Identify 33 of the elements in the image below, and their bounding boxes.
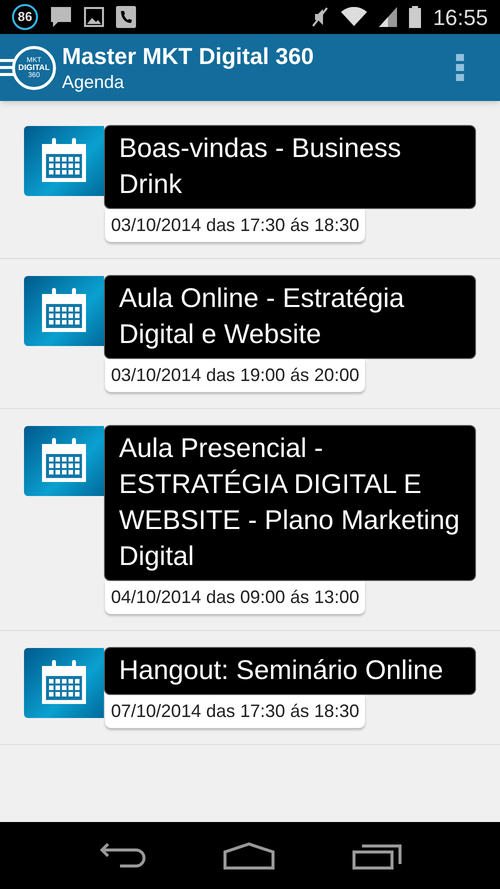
calendar-icon: [24, 126, 104, 196]
event-title: Aula Presencial - ESTRATÉGIA DIGITAL E WEBSITE - Plano Marketing Digital: [104, 425, 476, 581]
clock: 16:55: [432, 4, 488, 32]
event-row[interactable]: Aula Presencial - ESTRATÉGIA DIGITAL E WEBSITE - Plano Marketing Digital 04/10/2014 das 09:00 ás 13:00: [0, 409, 500, 631]
event-row[interactable]: Hangout: Seminário Online 07/10/2014 das 17:30 ás 18:30: [0, 631, 500, 745]
phone-icon: [116, 6, 136, 28]
calendar-icon: [24, 426, 104, 496]
event-title: Boas-vindas - Business Drink: [104, 125, 476, 209]
event-row[interactable]: Aula Online - Estratégia Digital e Website 03/10/2014 das 19:00 ás 20:00: [0, 259, 500, 409]
event-time: 07/10/2014 das 17:30 ás 18:30: [105, 695, 366, 728]
menu-icon[interactable]: [0, 58, 14, 78]
calendar-icon: [24, 648, 104, 718]
event-row[interactable]: Boas-vindas - Business Drink 03/10/2014 das 17:30 ás 18:30: [0, 109, 500, 259]
app-title: Master MKT Digital 360: [62, 42, 314, 71]
logo-text: DIGITAL: [18, 64, 50, 72]
home-icon[interactable]: [222, 842, 275, 870]
notification-badge: 86: [12, 4, 38, 30]
screen-subtitle: Agenda: [62, 70, 126, 94]
event-time: 03/10/2014 das 17:30 ás 18:30: [105, 209, 366, 242]
battery-icon: [408, 6, 421, 28]
event-time: 04/10/2014 das 09:00 ás 13:00: [105, 581, 366, 614]
back-icon[interactable]: [98, 842, 146, 870]
mute-icon: [310, 6, 329, 28]
image-icon: [84, 7, 104, 27]
event-title: Aula Online - Estratégia Digital e Website: [104, 275, 476, 359]
event-time: 03/10/2014 das 19:00 ás 20:00: [105, 359, 366, 392]
event-title: Hangout: Seminário Online: [104, 647, 476, 695]
recent-apps-icon[interactable]: [352, 842, 402, 870]
overflow-menu-icon[interactable]: [456, 54, 464, 82]
calendar-icon: [24, 276, 104, 346]
wifi-icon: [340, 7, 367, 27]
signal-icon: [378, 7, 397, 27]
message-icon: [50, 6, 72, 28]
